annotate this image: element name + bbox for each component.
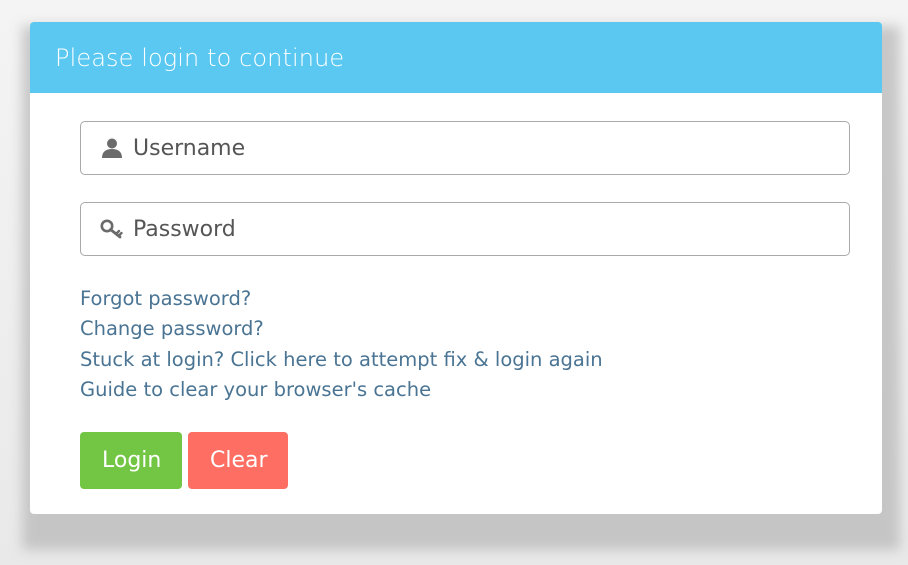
key-icon xyxy=(99,216,125,242)
panel-header: Please login to continue xyxy=(30,22,882,93)
login-panel: Please login to continue Forgot password… xyxy=(30,22,882,514)
stuck-login-fix-link[interactable]: Stuck at login? Click here to attempt fi… xyxy=(80,345,603,375)
user-icon xyxy=(99,135,125,161)
form-buttons: Login Clear xyxy=(80,432,288,489)
clear-button[interactable]: Clear xyxy=(188,432,288,489)
username-input[interactable] xyxy=(131,127,815,169)
help-links: Forgot password? Change password? Stuck … xyxy=(80,284,603,406)
forgot-password-link[interactable]: Forgot password? xyxy=(80,284,603,314)
login-button[interactable]: Login xyxy=(80,432,182,489)
password-field[interactable] xyxy=(80,202,850,256)
change-password-link[interactable]: Change password? xyxy=(80,314,603,344)
password-input[interactable] xyxy=(131,208,815,250)
username-field[interactable] xyxy=(80,121,850,175)
clear-cache-guide-link[interactable]: Guide to clear your browser's cache xyxy=(80,375,603,405)
panel-title: Please login to continue xyxy=(55,43,345,72)
